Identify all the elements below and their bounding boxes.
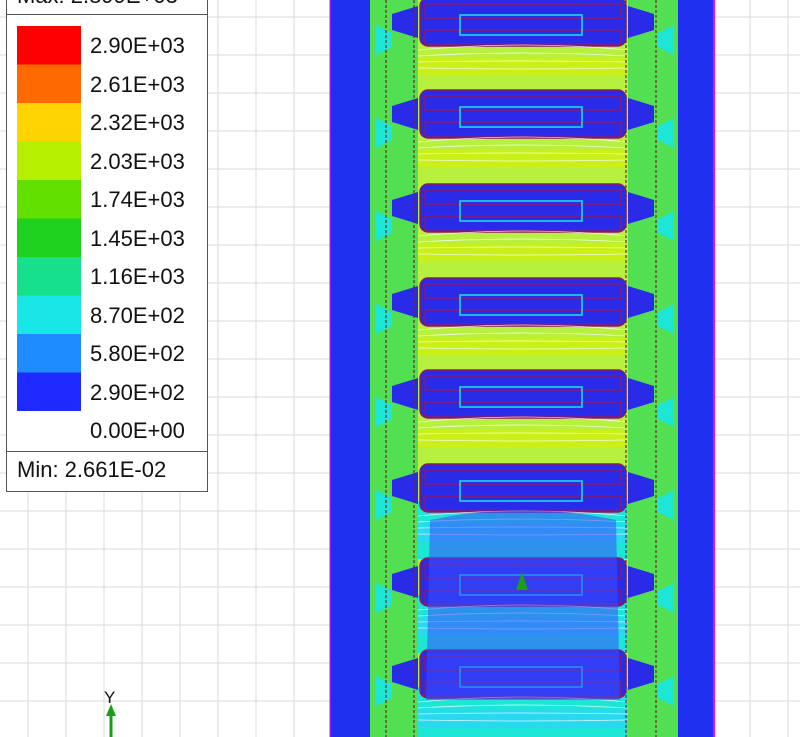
low-field-region [426,510,620,700]
legend-value: 8.70E+02 [90,302,185,328]
legend-max-label: Max: 2.899E+03 [17,0,178,11]
y-axis-label: Y [104,688,115,707]
left-frame [330,0,376,737]
legend-band [17,64,81,103]
fe-mesh-plot[interactable] [329,0,715,737]
slot [419,0,627,47]
slot [419,183,627,233]
slot [419,277,627,327]
legend-value: 1.16E+03 [90,264,185,289]
legend-band [17,103,81,142]
legend-band [17,257,81,296]
legend-value: 2.90E+02 [90,379,185,405]
y-axis-triad: Y [104,688,116,737]
legend-band [17,141,81,180]
legend-value: 1.74E+03 [90,187,185,212]
legend-divider-bottom [7,451,207,452]
legend-value: 1.45E+03 [90,225,185,251]
contour-legend: Max: 2.899E+03 2.90E+03 2.61E+03 2.32E+03 2… [6,0,208,492]
legend-value: 5.80E+02 [90,341,185,366]
right-frame [674,0,714,737]
legend-value: 0.00E+00 [90,418,185,443]
legend-band [17,26,81,65]
legend-band [17,334,81,373]
legend-value: 2.03E+03 [90,148,185,174]
legend-band [17,180,81,219]
legend-band [17,372,81,411]
legend-value: 2.61E+03 [90,71,185,97]
legend-band [17,218,81,257]
legend-value: 2.90E+03 [90,33,185,58]
slot [419,463,627,513]
legend-divider-top [7,14,207,15]
slot [419,89,627,139]
legend-min-label: Min: 2.661E-02 [17,457,167,482]
slot [419,369,627,419]
legend-band [17,295,81,334]
legend-value: 2.32E+03 [90,110,185,135]
